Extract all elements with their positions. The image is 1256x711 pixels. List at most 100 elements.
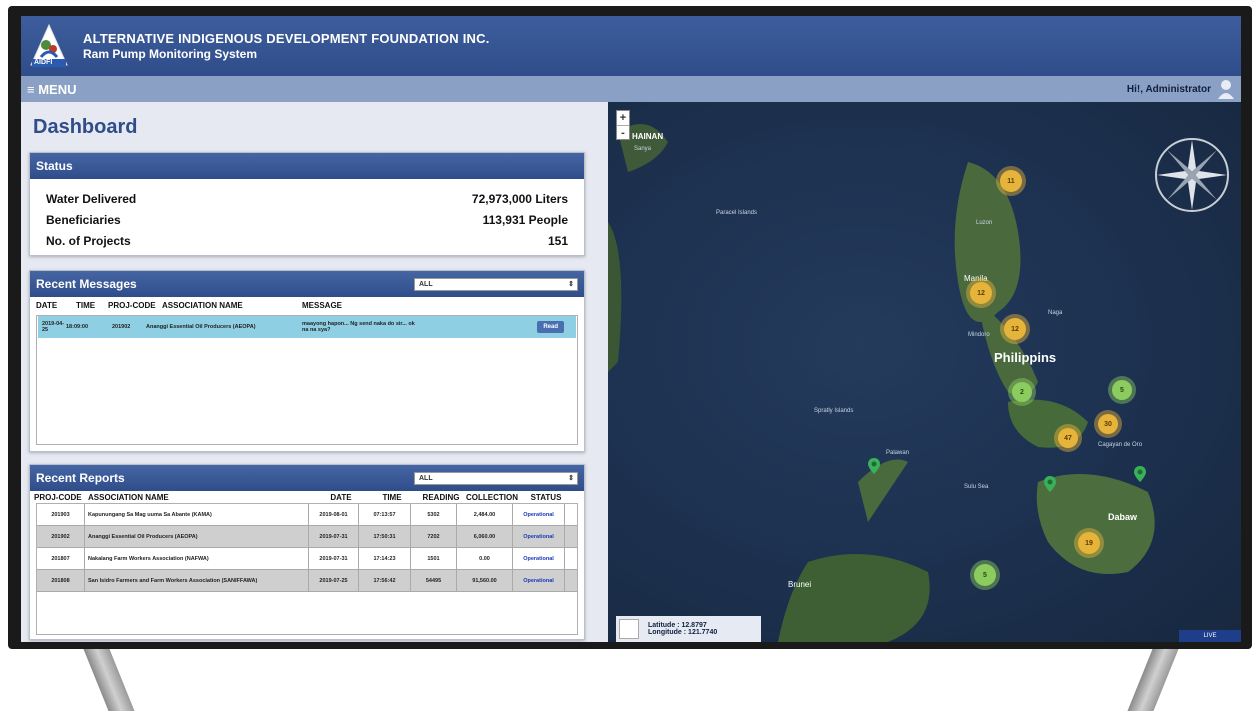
map-cluster[interactable]: 5 [1112, 380, 1132, 400]
logo-text: AIDFI [34, 59, 53, 66]
cell-date: 2019-07-31 [309, 526, 359, 547]
map-pin-icon[interactable] [1134, 466, 1146, 482]
map-cluster[interactable]: 12 [1004, 318, 1026, 340]
map-cluster[interactable]: 19 [1078, 532, 1100, 554]
map-pin-icon[interactable] [1044, 476, 1056, 492]
messages-title: Recent Messages [36, 277, 137, 291]
reports-table: 201903 Kapunungang Sa Mag uuma Sa Abante… [36, 503, 578, 635]
coordinates-readout: Latitude : 12.8797 Longitude : 121.7740 [616, 616, 761, 642]
reports-table-header: PROJ-CODE ASSOCIATION NAME DATE TIME REA… [30, 491, 584, 503]
messages-card-header: Recent Messages ALL ⇕ [30, 271, 584, 297]
user-icon[interactable] [1217, 79, 1235, 99]
table-row[interactable]: 201903 Kapunungang Sa Mag uuma Sa Abante… [37, 504, 577, 526]
col-reading: READING [422, 492, 460, 502]
reports-title: Recent Reports [36, 471, 125, 485]
select-arrows-icon: ⇕ [568, 475, 574, 482]
latitude-text: Latitude : 12.8797 [648, 622, 707, 629]
cell-time: 17:14:23 [359, 548, 411, 569]
status-card: Status Water Delivered 72,973,000 Liters… [29, 152, 585, 256]
table-row[interactable]: 201808 San Isidro Farmers and Farm Worke… [37, 570, 577, 592]
map-cluster[interactable]: 2 [1012, 382, 1032, 402]
satellite-map[interactable]: + - HAINAN Sanya Paracel Islands Luzon M… [608, 102, 1241, 642]
status-card-header: Status [30, 153, 584, 179]
cell-association: Ananggi Essential Oil Producers (AEOPA) [85, 526, 309, 547]
table-row[interactable]: 201902 Ananggi Essential Oil Producers (… [37, 526, 577, 548]
messages-filter-select[interactable]: ALL ⇕ [414, 277, 578, 291]
zoom-in-button[interactable]: + [617, 111, 629, 125]
cell-status: Operational [513, 548, 565, 569]
status-label: No. of Projects [46, 233, 131, 248]
map-label-cagayan: Cagayan de Oro [1098, 442, 1143, 448]
read-button[interactable]: Read [537, 321, 564, 333]
map-label-dabaw: Dabaw [1108, 512, 1138, 522]
map-thumbnail-box[interactable] [619, 619, 639, 639]
col-association: ASSOCIATION NAME [162, 300, 243, 310]
map-pin-icon[interactable] [868, 458, 880, 474]
map-label-paracel: Paracel Islands [716, 210, 758, 216]
cell-time: 17:50:31 [359, 526, 411, 547]
zoom-out-button[interactable]: - [617, 125, 629, 139]
status-row-water: Water Delivered 72,973,000 Liters [30, 188, 584, 209]
message-code: 201902 [112, 324, 131, 330]
message-time: 18:09:00 [66, 324, 89, 330]
message-date: 2019-04-25 [42, 321, 65, 333]
cell-date: 2019-08-01 [309, 504, 359, 525]
status-row-beneficiaries: Beneficiaries 113,931 People [30, 209, 584, 230]
cell-association: Kapunungang Sa Mag uuma Sa Abante (KAMA) [85, 504, 309, 525]
cell-date: 2019-07-31 [309, 548, 359, 569]
cell-code: 201808 [37, 570, 85, 591]
cell-association: San Isidro Farmers and Farm Workers Asso… [85, 570, 309, 591]
cell-reading: 7202 [411, 526, 457, 547]
messages-table: 2019-04-25 18:09:00 201902 Ananggi Essen… [36, 315, 578, 445]
col-association: ASSOCIATION NAME [88, 492, 169, 502]
aidfi-logo: AIDFI [29, 23, 69, 69]
map-label-hainan: HAINAN [632, 132, 664, 141]
map-label-palawan: Palawan [886, 450, 910, 456]
menu-button[interactable]: ≡ MENU [27, 82, 76, 97]
live-indicator: LIVE [1179, 630, 1241, 642]
status-label: Beneficiaries [46, 212, 121, 227]
longitude-text: Longitude : 121.7740 [648, 629, 718, 636]
col-status: STATUS [530, 492, 562, 502]
cell-date: 2019-07-25 [309, 570, 359, 591]
map-label-brunei: Brunei [788, 580, 812, 589]
status-value: 113,931 People [482, 212, 568, 227]
map-cluster[interactable]: 47 [1058, 428, 1078, 448]
map-zoom-control: + - [616, 110, 630, 140]
map-label-sanya: Sanya [634, 146, 652, 152]
cell-reading: 1501 [411, 548, 457, 569]
cell-status: Operational [513, 504, 565, 525]
map-cluster[interactable]: 11 [1000, 170, 1022, 192]
app-screen: AIDFI ALTERNATIVE INDIGENOUS DEVELOPMENT… [21, 16, 1241, 642]
map-cluster[interactable]: 12 [970, 282, 992, 304]
col-proj-code: PROJ-CODE [108, 300, 156, 310]
map-cluster[interactable]: 5 [974, 564, 996, 586]
cell-reading: 5302 [411, 504, 457, 525]
menu-bar: ≡ MENU Hi!, Administrator [21, 76, 1241, 102]
messages-filter-value: ALL [419, 280, 433, 288]
table-row[interactable]: 201807 Nakalang Farm Workers Association… [37, 548, 577, 570]
col-message: MESSAGE [302, 300, 343, 310]
cell-collection: 6,060.00 [457, 526, 513, 547]
cell-code: 201807 [37, 548, 85, 569]
recent-reports-card: Recent Reports ALL ⇕ PROJ-CODE ASSOCIATI… [29, 464, 585, 640]
cell-status: Operational [513, 526, 565, 547]
organization-title: ALTERNATIVE INDIGENOUS DEVELOPMENT FOUND… [83, 31, 490, 46]
col-time: TIME [76, 300, 96, 310]
cell-status: Operational [513, 570, 565, 591]
col-date: DATE [330, 492, 352, 502]
message-association: Ananggi Essential Oil Producers (AEOPA) [146, 324, 256, 330]
reports-filter-select[interactable]: ALL ⇕ [414, 471, 578, 485]
system-title: Ram Pump Monitoring System [83, 47, 258, 61]
message-row[interactable]: 2019-04-25 18:09:00 201902 Ananggi Essen… [38, 316, 576, 338]
cell-collection: 91,560.00 [457, 570, 513, 591]
map-label-spratly: Spratly Islands [814, 408, 854, 414]
reports-filter-value: ALL [419, 474, 433, 482]
select-arrows-icon: ⇕ [568, 281, 574, 288]
cell-code: 201903 [37, 504, 85, 525]
map-label-luzon: Luzon [976, 220, 993, 226]
map-cluster[interactable]: 30 [1098, 414, 1118, 434]
cell-time: 17:56:42 [359, 570, 411, 591]
user-greeting[interactable]: Hi!, Administrator [1127, 79, 1235, 99]
map-label-mindoro: Mindoro [968, 332, 990, 338]
